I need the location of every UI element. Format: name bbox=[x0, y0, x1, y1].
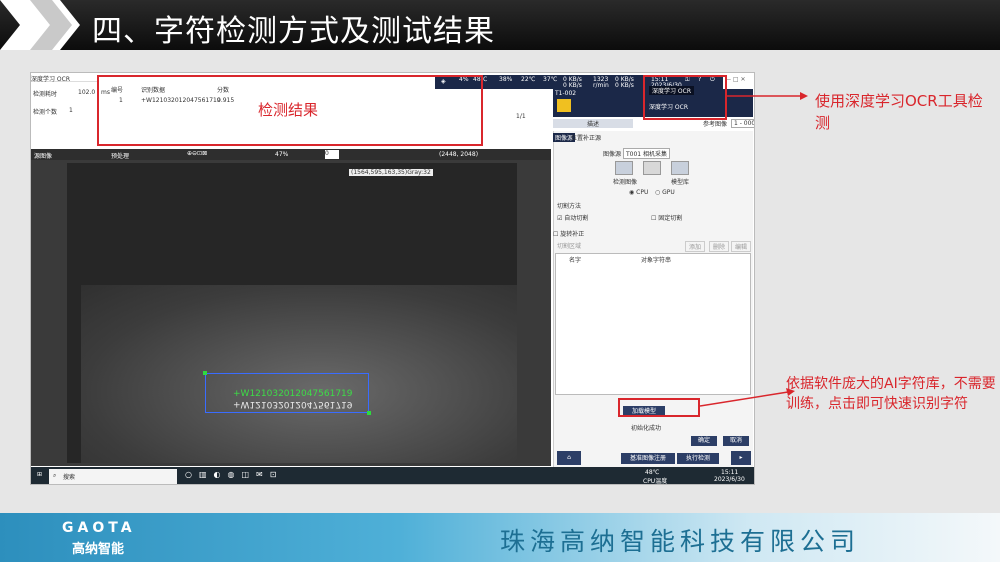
search-icon: ⌕ bbox=[53, 472, 57, 479]
source-label: 图像源 bbox=[603, 151, 622, 158]
result-pager[interactable]: 1/1 bbox=[516, 113, 526, 120]
rotate-checkbox[interactable]: ☐ 旋转补正 bbox=[553, 229, 584, 238]
fixed-cut-checkbox[interactable]: ☐ 固定切割 bbox=[651, 213, 682, 222]
run-detection-button[interactable]: 执行检测 bbox=[677, 453, 719, 464]
taskbar-date: 2023/6/30 bbox=[714, 476, 745, 483]
source-select-panel[interactable]: T001 相机采集 bbox=[623, 148, 671, 159]
stat-disk-down: 0 KB/s bbox=[615, 82, 634, 89]
flag-icon[interactable]: ▸ bbox=[731, 451, 751, 465]
ocr-tool-icon bbox=[557, 99, 571, 112]
section-cut-method: 切割方法 bbox=[557, 203, 582, 210]
init-status: 初始化成功 bbox=[631, 425, 662, 432]
image-resolution: (2448, 2048) bbox=[439, 151, 479, 158]
box-handle-icon[interactable] bbox=[203, 371, 207, 375]
process-select[interactable]: 预处理 bbox=[111, 151, 129, 160]
zoom-icon[interactable]: ⊕⊖⊡⊠ bbox=[187, 150, 207, 157]
taskbar-time: 15:11 bbox=[721, 469, 739, 476]
tool-id: T1-002 bbox=[555, 90, 577, 97]
chevron-decoration-icon bbox=[0, 0, 80, 50]
result-callout: 检测结果 bbox=[258, 101, 319, 119]
ocr-text-overlay: +W121032012047561719 bbox=[233, 389, 353, 399]
stat-temp3: 37℃ bbox=[543, 76, 558, 83]
load-model-highlight-box bbox=[618, 398, 700, 417]
info-time-label: 检测耗时 bbox=[33, 91, 58, 98]
pixel-tooltip: (1564,595,163,35)Gray:32 bbox=[349, 169, 433, 176]
gpu-radio[interactable]: ○ GPU bbox=[655, 189, 675, 196]
zoom-level: 47% bbox=[275, 151, 289, 158]
model-library-icon[interactable] bbox=[671, 161, 689, 175]
taskbar-temp: 48℃ bbox=[645, 469, 660, 476]
stat-fan-unit: r/min bbox=[593, 82, 609, 89]
register-reference-button[interactable]: 基准图像注册 bbox=[621, 453, 675, 464]
brand-name: 高纳智能 bbox=[72, 542, 125, 557]
table-header-string: 对象字符串 bbox=[641, 257, 672, 264]
edit-icon[interactable] bbox=[643, 161, 661, 175]
value-input[interactable]: 0 bbox=[325, 150, 339, 159]
cut-area-label: 切割区域 bbox=[557, 243, 582, 250]
image-capture-icon[interactable] bbox=[615, 161, 633, 175]
icon-label-capture: 检测图像 bbox=[613, 179, 638, 186]
info-count-value: 1 bbox=[69, 107, 73, 114]
stat-mem: 38% bbox=[499, 76, 513, 83]
cpu-radio[interactable]: ◉ CPU bbox=[629, 189, 648, 196]
table-header-name: 名字 bbox=[569, 257, 582, 264]
box-handle-icon[interactable] bbox=[367, 411, 371, 415]
info-time-value: 102.0 bbox=[78, 89, 96, 96]
info-count-label: 检测个数 bbox=[33, 109, 58, 116]
taskbar-temp-label: CPU温度 bbox=[643, 478, 668, 485]
slide-title: 四、字符检测方式及测试结果 bbox=[92, 14, 495, 49]
stat-temp2: 22℃ bbox=[521, 76, 536, 83]
brand-logo: GAOTA bbox=[62, 520, 136, 536]
icon-label-model: 模型库 bbox=[671, 179, 690, 186]
auto-cut-checkbox[interactable]: ☑ 自动切割 bbox=[557, 213, 588, 222]
ocr-text-raw: +W121032012047561719 bbox=[233, 399, 353, 409]
camera-icon[interactable]: ⌂ bbox=[557, 451, 581, 465]
tab-position-correction[interactable]: 位置补正源 bbox=[571, 133, 601, 142]
source-select[interactable]: 源图像 bbox=[34, 151, 52, 160]
stat-net-down: 0 KB/s bbox=[563, 82, 582, 89]
mode-tab[interactable]: 描述 bbox=[553, 119, 633, 128]
taskbar-search-label: 搜索 bbox=[63, 474, 76, 481]
window-title: 深度学习 OCR bbox=[31, 74, 99, 83]
taskbar-apps-icon[interactable]: ○▥◐◍◫✉⊡ bbox=[185, 470, 283, 479]
ai-library-note: 依据软件庞大的AI字符库，不需要训练，点击即可快速识别字符 bbox=[786, 376, 996, 412]
company-name: 珠海高纳智能科技有限公司 bbox=[500, 527, 861, 556]
ocr-tool-note: 使用深度学习OCR工具检测 bbox=[815, 92, 983, 132]
windows-start-icon[interactable]: ⊞ bbox=[37, 471, 42, 478]
